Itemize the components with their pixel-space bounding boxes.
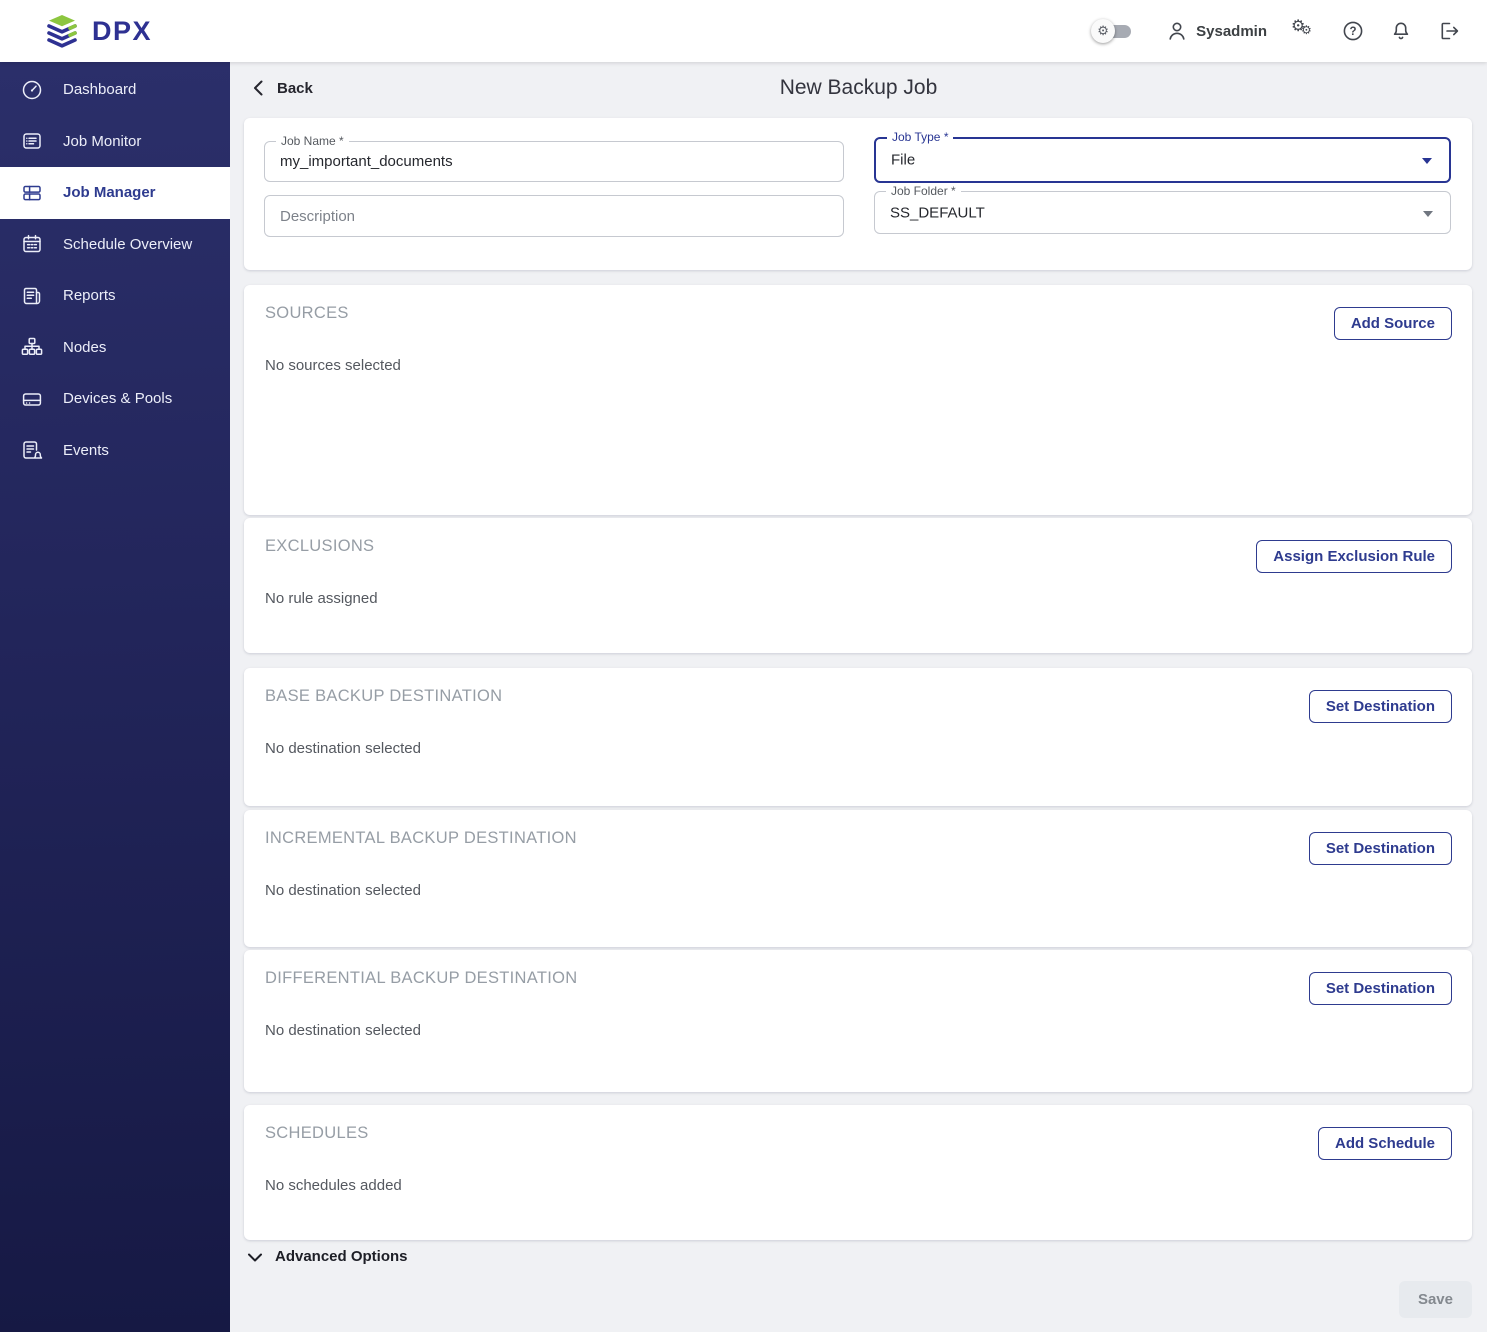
sidebar: Dashboard Job Monitor Job Manager Schedu… — [0, 62, 230, 1332]
set-differential-destination-button[interactable]: Set Destination — [1308, 972, 1452, 1005]
sidebar-item-label: Job Monitor — [63, 132, 142, 150]
sidebar-item-reports[interactable]: Reports — [0, 270, 230, 322]
set-base-destination-button[interactable]: Set Destination — [1308, 690, 1452, 723]
topbar-actions: ⚙ Sysadmin ⚙ ⚙ ? — [1091, 18, 1487, 43]
sources-empty-text: No sources selected — [265, 357, 401, 374]
chevron-down-icon — [1422, 158, 1432, 164]
logo-text: DPX — [92, 15, 153, 46]
description-input[interactable] — [265, 196, 843, 236]
dpx-logo: DPX — [0, 13, 152, 50]
job-monitor-icon — [20, 129, 44, 153]
job-folder-select[interactable]: Job Folder * SS_DEFAULT — [874, 184, 1451, 234]
add-schedule-button[interactable]: Add Schedule — [1317, 1127, 1452, 1160]
bell-icon[interactable] — [1389, 19, 1413, 43]
person-icon — [1165, 19, 1189, 43]
job-details-card: Job Name * Job Type * File Job Folder * … — [244, 118, 1472, 270]
gears-icon[interactable]: ⚙ ⚙ — [1291, 18, 1317, 43]
sidebar-item-dashboard[interactable]: Dashboard — [0, 64, 230, 116]
sidebar-item-devices-pools[interactable]: Devices & Pools — [0, 373, 230, 425]
svg-text:?: ? — [1349, 26, 1356, 38]
sidebar-item-job-manager[interactable]: Job Manager — [0, 167, 230, 219]
main-content: Back New Backup Job Job Name * Job Type … — [230, 62, 1487, 1332]
base-destination-section: BASE BACKUP DESTINATION Set Destination … — [244, 668, 1472, 806]
logout-icon[interactable] — [1437, 19, 1461, 43]
events-icon — [20, 438, 44, 462]
page-title: New Backup Job — [779, 76, 938, 99]
exclusions-empty-text: No rule assigned — [265, 590, 378, 607]
job-manager-icon — [20, 181, 44, 205]
theme-toggle[interactable]: ⚙ — [1091, 19, 1135, 43]
job-folder-value: SS_DEFAULT — [890, 204, 985, 221]
section-title: SCHEDULES — [265, 1124, 369, 1142]
assign-exclusion-rule-button[interactable]: Assign Exclusion Rule — [1256, 540, 1452, 573]
sidebar-item-label: Job Manager — [63, 184, 156, 202]
section-title: SOURCES — [265, 304, 349, 322]
user-menu[interactable]: Sysadmin — [1165, 19, 1267, 43]
chevron-down-icon — [246, 1250, 264, 1264]
differential-destination-empty-text: No destination selected — [265, 1022, 421, 1039]
sidebar-item-label: Devices & Pools — [63, 390, 173, 408]
incremental-destination-empty-text: No destination selected — [265, 882, 421, 899]
dashboard-icon — [20, 78, 44, 102]
section-title: BASE BACKUP DESTINATION — [265, 687, 503, 705]
app-screen: DPX ⚙ Sysadmin ⚙ ⚙ ? Dashboard Job Monit… — [0, 0, 1487, 1332]
username: Sysadmin — [1196, 22, 1267, 40]
help-icon[interactable]: ? — [1341, 19, 1365, 43]
reports-icon — [20, 284, 44, 308]
section-title: EXCLUSIONS — [265, 537, 375, 555]
sidebar-item-label: Events — [63, 441, 109, 459]
add-source-button[interactable]: Add Source — [1333, 307, 1452, 340]
nodes-icon — [20, 335, 44, 359]
exclusions-section: EXCLUSIONS Assign Exclusion Rule No rule… — [244, 518, 1472, 653]
schedules-empty-text: No schedules added — [265, 1177, 402, 1194]
incremental-destination-section: INCREMENTAL BACKUP DESTINATION Set Desti… — [244, 810, 1472, 947]
sidebar-item-label: Schedule Overview — [63, 235, 193, 253]
sidebar-item-label: Reports — [63, 287, 116, 305]
sources-section: SOURCES Add Source No sources selected — [244, 285, 1472, 515]
differential-destination-section: DIFFERENTIAL BACKUP DESTINATION Set Dest… — [244, 950, 1472, 1092]
set-incremental-destination-button[interactable]: Set Destination — [1308, 832, 1452, 865]
advanced-options-toggle[interactable]: Advanced Options — [246, 1248, 408, 1265]
sidebar-item-events[interactable]: Events — [0, 425, 230, 477]
job-type-value: File — [891, 151, 916, 169]
section-title: DIFFERENTIAL BACKUP DESTINATION — [265, 969, 578, 987]
sidebar-item-label: Nodes — [63, 338, 107, 356]
sidebar-item-job-monitor[interactable]: Job Monitor — [0, 116, 230, 168]
hard-drive-icon — [20, 387, 44, 411]
section-title: INCREMENTAL BACKUP DESTINATION — [265, 829, 577, 847]
save-button[interactable]: Save — [1398, 1281, 1472, 1318]
gear-icon: ⚙ — [1091, 19, 1116, 43]
sidebar-item-schedule-overview[interactable]: Schedule Overview — [0, 219, 230, 271]
job-name-input[interactable] — [265, 142, 843, 181]
sidebar-item-nodes[interactable]: Nodes — [0, 322, 230, 374]
job-name-field[interactable]: Job Name * — [264, 134, 844, 182]
job-type-label: Job Type * — [887, 130, 954, 145]
dpx-layers-icon — [42, 13, 82, 50]
sidebar-item-label: Dashboard — [63, 81, 137, 99]
job-type-select[interactable]: Job Type * File — [874, 130, 1451, 183]
base-destination-empty-text: No destination selected — [265, 740, 421, 757]
schedules-section: SCHEDULES Add Schedule No schedules adde… — [244, 1105, 1472, 1240]
advanced-options-label: Advanced Options — [275, 1248, 408, 1265]
job-folder-label: Job Folder * — [886, 184, 961, 199]
topbar: DPX ⚙ Sysadmin ⚙ ⚙ ? — [0, 0, 1487, 62]
chevron-down-icon — [1423, 210, 1433, 217]
description-field[interactable] — [264, 195, 844, 237]
calendar-icon — [20, 232, 44, 256]
